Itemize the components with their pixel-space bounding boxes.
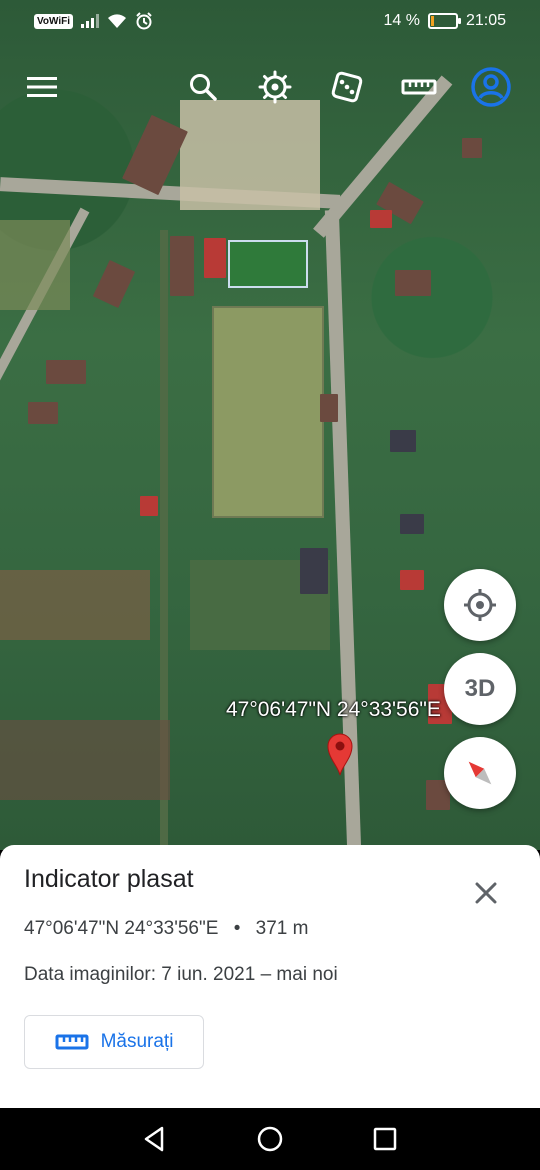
my-location-button[interactable] [444,569,516,641]
building [28,402,58,424]
satellite-map[interactable] [0,0,540,850]
dice-icon[interactable] [322,62,372,112]
alarm-icon [136,12,152,30]
building [320,394,338,422]
building [370,210,392,228]
ruler-icon[interactable] [394,62,444,112]
top-toolbar [0,62,540,112]
battery-percent: 14 % [383,12,420,29]
building [390,430,416,452]
measure-label: Măsurați [100,1031,174,1052]
sheet-coordinates: 47°06'47"N 24°33'56"E [24,918,219,939]
battery-fill [430,16,434,26]
building [204,238,226,278]
football-pitch [228,240,308,288]
sports-field [212,306,324,518]
building [170,236,194,296]
navigation-bar [0,1108,540,1170]
battery-icon [427,13,461,29]
search-icon[interactable] [178,62,228,112]
map-pin-icon[interactable] [326,732,354,776]
clock: 21:05 [465,12,506,29]
back-icon[interactable] [140,1124,170,1154]
3d-toggle-button[interactable]: 3D [444,653,516,725]
ruler-icon [55,1034,89,1050]
building [140,496,158,516]
separator-dot: • [233,918,241,939]
compass-button[interactable] [444,737,516,809]
my-location-icon [464,589,496,621]
placed-marker-sheet: Indicator plasat 47°06'47"N 24°33'56"E •… [0,845,540,1108]
plot [0,570,150,640]
vowifi-badge: VoWiFi [34,13,74,29]
status-bar: VoWiFi 14 % 21:05 [0,0,540,44]
measure-button[interactable]: Măsurați [24,1015,204,1069]
clearing [180,100,320,210]
sheet-title: Indicator plasat [24,865,194,893]
building [462,138,482,158]
building [92,259,136,309]
building [395,270,431,296]
building [400,514,424,534]
wifi-icon [108,14,127,28]
building [46,360,86,384]
building [300,548,328,594]
3d-label: 3D [464,675,496,702]
plot [0,720,170,800]
sheet-coordinates-row: 47°06'47"N 24°33'56"E • 371 m [24,918,308,940]
marker-coordinate-label: 47°06'47"N 24°33'56"E [226,698,441,721]
home-icon[interactable] [255,1124,285,1154]
close-icon[interactable] [470,877,502,909]
building [122,114,188,196]
recents-icon[interactable] [370,1124,400,1154]
voyager-wheel-icon[interactable] [250,62,300,112]
account-icon[interactable] [466,62,516,112]
building [400,570,424,590]
compass-icon [468,761,492,785]
signal-icon [81,14,100,28]
imagery-date: Data imaginilor: 7 iun. 2021 – mai noi [24,964,338,985]
elevation: 371 m [255,918,309,939]
menu-icon[interactable] [17,62,67,112]
plot [0,220,70,310]
